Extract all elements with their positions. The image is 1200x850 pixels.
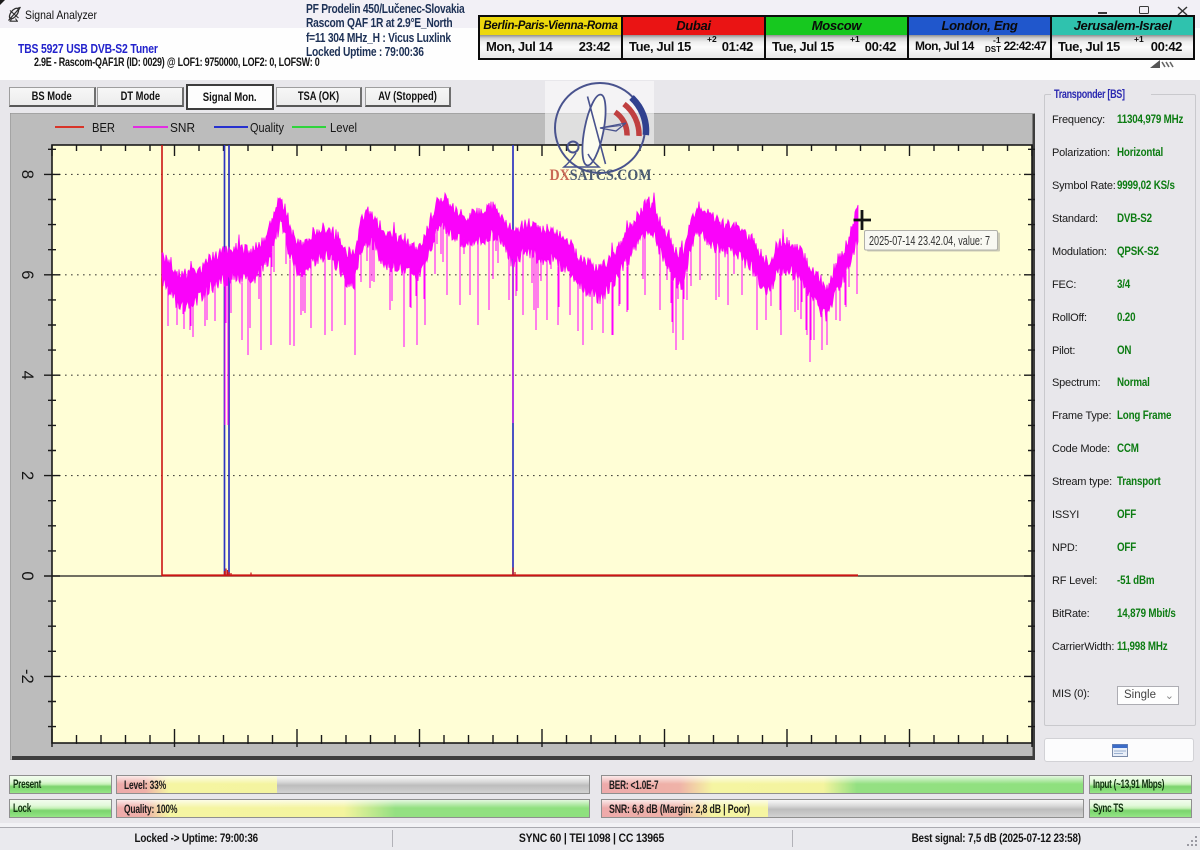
svg-text:SNR: SNR (170, 120, 195, 135)
svg-text:0: 0 (18, 571, 36, 580)
svg-text:-2: -2 (18, 669, 36, 684)
svg-text:2: 2 (18, 471, 36, 480)
svg-text:6: 6 (18, 270, 36, 279)
svg-text:Level: Level (330, 120, 357, 135)
svg-text:BER: BER (92, 120, 115, 135)
svg-text:4: 4 (18, 371, 36, 380)
svg-text:DXSATCS.COM: DXSATCS.COM (550, 167, 652, 184)
svg-text:8: 8 (18, 170, 36, 179)
svg-text:2025-07-14 23.42.04, value: 7: 2025-07-14 23.42.04, value: 7 (869, 233, 990, 248)
svg-text:Quality: Quality (250, 120, 284, 135)
